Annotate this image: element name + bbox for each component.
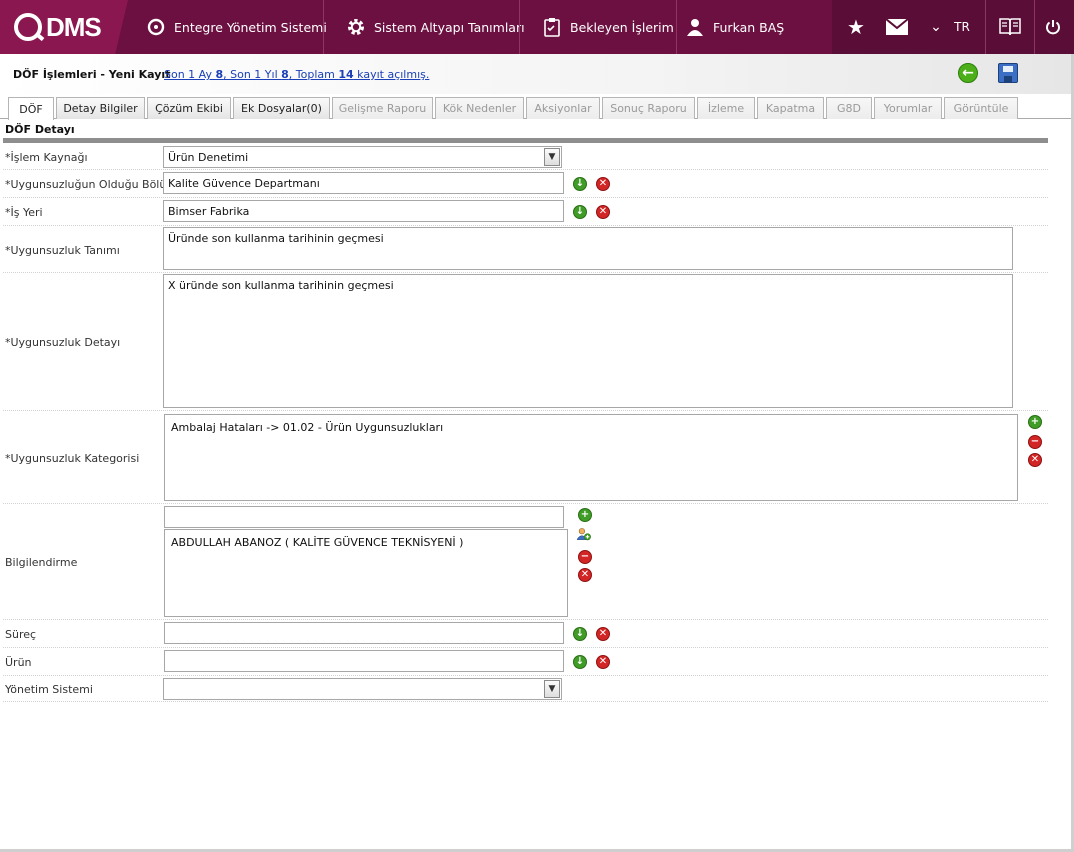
back-button[interactable]: ←: [958, 63, 978, 83]
nav-divider: [519, 0, 520, 54]
summary-text: , Toplam: [288, 68, 339, 81]
select-arrow-down-icon[interactable]: ↓: [573, 627, 587, 641]
qdms-logo[interactable]: DMS: [0, 0, 128, 54]
nav-sistem-altyapi-tanimlari[interactable]: Sistem Altyapı Tanımları: [346, 0, 525, 54]
language-selector[interactable]: TR: [950, 0, 974, 54]
add-user-icon[interactable]: [577, 527, 591, 541]
mail-icon[interactable]: [882, 0, 912, 54]
select-value: Ürün Denetimi: [168, 150, 249, 164]
tab-detay-bilgiler[interactable]: Detay Bilgiler: [56, 97, 145, 119]
field-label: *Uygunsuzluk Detayı: [5, 336, 121, 349]
bilgilendirme-list[interactable]: ABDULLAH ABANOZ ( KALİTE GÜVENCE TEKNİSY…: [164, 529, 568, 617]
field-label: *Uygunsuzluğun Olduğu Bölüm: [5, 178, 178, 191]
tab-izleme: İzleme: [697, 97, 755, 119]
field-label: *İş Yeri: [5, 206, 43, 219]
nav-divider: [676, 0, 677, 54]
logo-q-icon: [14, 13, 42, 41]
summary-count-total: 14: [338, 68, 354, 81]
power-icon[interactable]: [1040, 0, 1066, 54]
summary-text: kayıt açılmış.: [353, 68, 430, 81]
nav-user-menu[interactable]: Furkan BAŞ: [685, 0, 784, 54]
nav-bekleyen-islerim[interactable]: Bekleyen İşlerim: [542, 0, 674, 54]
minus-icon[interactable]: −: [1028, 435, 1042, 449]
is-yeri-field[interactable]: Bimser Fabrika: [163, 200, 564, 222]
nav-label: Bekleyen İşlerim: [570, 19, 674, 35]
bilgilendirme-search-input[interactable]: [164, 506, 564, 528]
top-navigation-bar: DMS Entegre Yönetim Sistemi Sistem Altya…: [0, 0, 1074, 54]
record-summary-link[interactable]: Son 1 Ay 8, Son 1 Yıl 8, Toplam 14 kayıt…: [164, 68, 429, 81]
tab-bar: DÖF Detay Bilgiler Çözüm Ekibi Ek Dosyal…: [0, 94, 1074, 120]
section-title: DÖF Detayı: [5, 123, 75, 136]
uygunsuzluk-tanimi-textarea[interactable]: Üründe son kullanma tarihinin geçmesi: [163, 227, 1013, 270]
save-button[interactable]: [998, 63, 1018, 83]
summary-count-month: 8: [215, 68, 224, 81]
tab-goruntule: Görüntüle: [944, 97, 1018, 119]
user-name: Furkan BAŞ: [713, 19, 785, 35]
clear-remove-icon[interactable]: ✕: [596, 177, 610, 191]
field-label: *İşlem Kaynağı: [5, 151, 88, 164]
field-label: Bilgilendirme: [5, 556, 78, 569]
surec-field[interactable]: [164, 622, 564, 644]
field-label: Süreç: [5, 628, 37, 641]
gear-icon: [346, 17, 366, 37]
bolum-field[interactable]: Kalite Güvence Departmanı: [163, 172, 564, 194]
add-icon[interactable]: +: [1028, 415, 1042, 429]
minus-icon[interactable]: −: [578, 550, 592, 564]
uygunsuzluk-detayi-textarea[interactable]: X üründe son kullanma tarihinin geçmesi: [163, 274, 1013, 408]
tab-gelisme-raporu: Gelişme Raporu: [332, 97, 433, 119]
sub-header: DÖF İşlemleri - Yeni Kayıt Son 1 Ay 8, S…: [0, 54, 1074, 94]
list-item[interactable]: Ambalaj Hataları -> 01.02 - Ürün Uygunsu…: [171, 421, 1011, 434]
nav-divider: [985, 0, 986, 54]
star-icon[interactable]: ★: [842, 0, 870, 54]
islem-kaynagi-select[interactable]: Ürün Denetimi ▼: [163, 146, 562, 168]
arrow-left-icon: ←: [962, 65, 974, 81]
clear-remove-icon[interactable]: ✕: [596, 205, 610, 219]
help-book-icon[interactable]: [996, 0, 1024, 54]
chevron-down-icon[interactable]: ▼: [544, 148, 560, 166]
field-label: Ürün: [5, 656, 32, 669]
user-icon: [685, 17, 705, 37]
chevron-down-icon[interactable]: ▼: [544, 680, 560, 698]
select-arrow-down-icon[interactable]: ↓: [573, 205, 587, 219]
tab-dof[interactable]: DÖF: [8, 97, 54, 120]
summary-text: , Son 1 Yıl: [223, 68, 282, 81]
clear-remove-icon[interactable]: ✕: [1028, 453, 1042, 467]
urun-field[interactable]: [164, 650, 564, 672]
chevron-down-icon[interactable]: ⌄: [926, 0, 946, 54]
summary-text: Son 1 Ay: [164, 68, 216, 81]
nav-label: Entegre Yönetim Sistemi: [174, 19, 327, 35]
clear-remove-icon[interactable]: ✕: [596, 655, 610, 669]
tab-ek-dosyalar[interactable]: Ek Dosyalar(0): [233, 97, 330, 119]
nav-entegre-yonetim-sistemi[interactable]: Entegre Yönetim Sistemi: [146, 0, 327, 54]
tab-cozum-ekibi[interactable]: Çözüm Ekibi: [147, 97, 231, 119]
tab-g8d: G8D: [826, 97, 872, 119]
yonetim-sistemi-select[interactable]: ▼: [163, 678, 562, 700]
field-label: *Uygunsuzluk Tanımı: [5, 244, 120, 257]
nav-divider: [1034, 0, 1035, 54]
nav-divider: [323, 0, 324, 54]
tab-sonuc-raporu: Sonuç Raporu: [602, 97, 695, 119]
q-circle-icon: [146, 17, 166, 37]
logo-text: DMS: [46, 11, 102, 42]
clipboard-icon: [542, 17, 562, 37]
tab-yorumlar: Yorumlar: [874, 97, 942, 119]
summary-count-year: 8: [281, 68, 289, 81]
add-icon[interactable]: +: [578, 508, 592, 522]
nav-label: Sistem Altyapı Tanımları: [374, 19, 525, 35]
field-label: *Uygunsuzluk Kategorisi: [5, 452, 140, 465]
clear-remove-icon[interactable]: ✕: [596, 627, 610, 641]
tab-kapatma: Kapatma: [757, 97, 824, 119]
page-title: DÖF İşlemleri - Yeni Kayıt: [13, 68, 171, 81]
clear-remove-icon[interactable]: ✕: [578, 568, 592, 582]
tab-aksiyonlar: Aksiyonlar: [526, 97, 600, 119]
list-item[interactable]: ABDULLAH ABANOZ ( KALİTE GÜVENCE TEKNİSY…: [171, 536, 561, 549]
tab-kok-nedenler: Kök Nedenler: [435, 97, 524, 119]
field-label: Yönetim Sistemi: [5, 683, 93, 696]
uygunsuzluk-kategorisi-list[interactable]: Ambalaj Hataları -> 01.02 - Ürün Uygunsu…: [164, 414, 1018, 501]
select-arrow-down-icon[interactable]: ↓: [573, 655, 587, 669]
select-arrow-down-icon[interactable]: ↓: [573, 177, 587, 191]
